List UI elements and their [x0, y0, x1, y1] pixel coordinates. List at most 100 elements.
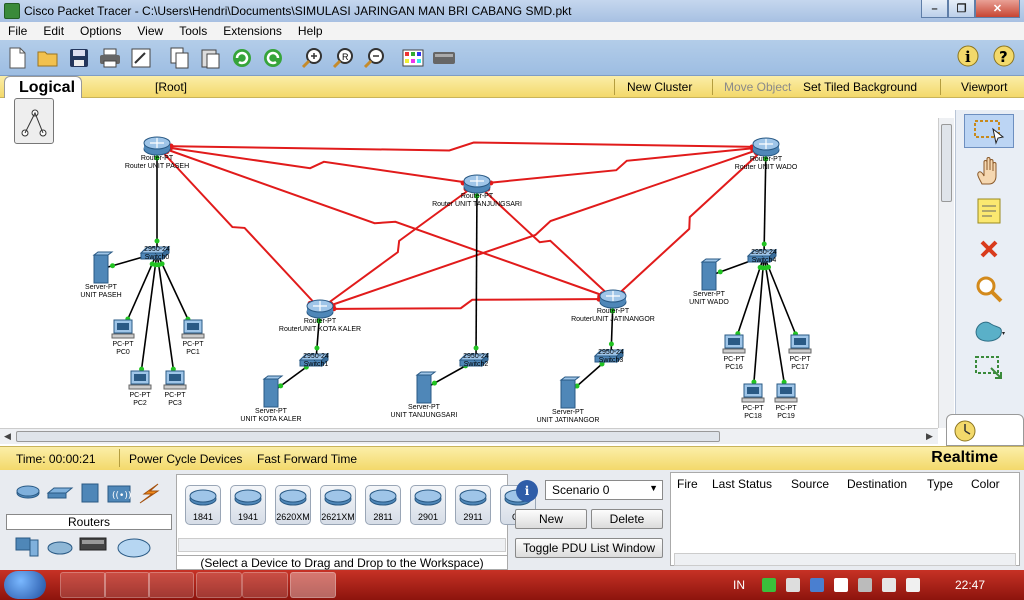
pc-device[interactable] — [788, 334, 812, 354]
power-cycle-devices-button[interactable]: Power Cycle Devices — [129, 452, 242, 466]
move-layout-hand-icon[interactable] — [964, 154, 1014, 188]
router-device[interactable] — [599, 289, 627, 309]
device-model-2620xm[interactable]: 2620XM — [275, 485, 311, 525]
scroll-left-arrow-icon[interactable]: ◀ — [4, 431, 11, 442]
new-cluster-button[interactable]: New Cluster — [627, 80, 692, 94]
pdu-list-scrollbar[interactable] — [674, 553, 1016, 566]
device-model-2811[interactable]: 2811 — [365, 485, 401, 525]
pc-device[interactable] — [741, 383, 765, 403]
pc-device[interactable] — [111, 319, 135, 339]
realtime-mode-tab[interactable] — [946, 414, 1024, 446]
tab-logical[interactable]: Logical — [4, 76, 82, 100]
scroll-right-arrow-icon[interactable]: ▶ — [926, 431, 933, 442]
column-color[interactable]: Color — [971, 477, 1000, 491]
zoom-reset-icon[interactable]: R — [330, 45, 356, 71]
inspect-magnifier-icon[interactable] — [964, 272, 1014, 306]
column-type[interactable]: Type — [927, 477, 953, 491]
router-device[interactable] — [463, 174, 491, 194]
server-device[interactable] — [262, 375, 284, 408]
new-file-icon[interactable] — [4, 45, 30, 71]
menu-help[interactable]: Help — [290, 24, 331, 38]
menu-edit[interactable]: Edit — [35, 24, 72, 38]
resize-shape-icon[interactable] — [964, 352, 1014, 386]
start-button-icon[interactable] — [4, 571, 46, 599]
tray-warning-icon[interactable] — [762, 578, 776, 592]
workspace-vertical-scrollbar[interactable] — [938, 118, 954, 428]
server-device[interactable] — [700, 258, 722, 291]
info-help-icon[interactable]: i — [956, 44, 980, 71]
toggle-pdu-list-button[interactable]: Toggle PDU List Window — [515, 538, 663, 558]
hubs-category-icon[interactable] — [78, 482, 106, 504]
open-folder-icon[interactable] — [35, 45, 61, 71]
zoom-in-icon[interactable] — [299, 45, 325, 71]
pc-device[interactable] — [128, 370, 152, 390]
switches-category-icon[interactable] — [46, 484, 74, 506]
tray-printer-icon[interactable] — [858, 578, 872, 592]
new-scenario-button[interactable]: New — [515, 509, 587, 529]
routers-category-icon[interactable] — [14, 484, 42, 506]
close-button[interactable]: ✕ — [975, 0, 1020, 18]
zoom-out-icon[interactable] — [361, 45, 387, 71]
workspace-horizontal-scrollbar[interactable]: ◀ ▶ — [0, 428, 938, 444]
minimize-button[interactable]: – — [921, 0, 948, 18]
server-device[interactable] — [559, 376, 581, 409]
end-devices-category-icon[interactable] — [14, 536, 42, 558]
delete-scenario-button[interactable]: Delete — [591, 509, 663, 529]
draw-shape-icon[interactable] — [964, 312, 1014, 346]
device-list-scrollbar[interactable] — [178, 538, 506, 552]
save-icon[interactable] — [66, 45, 92, 71]
cluster-navigation-icon[interactable] — [14, 98, 54, 144]
menu-file[interactable]: File — [0, 24, 35, 38]
pc-device[interactable] — [722, 334, 746, 354]
router-device[interactable] — [752, 137, 780, 157]
root-breadcrumb[interactable]: [Root] — [155, 80, 187, 94]
menu-extensions[interactable]: Extensions — [215, 24, 290, 38]
device-model-2911[interactable]: 2911 — [455, 485, 491, 525]
tray-volume-icon[interactable] — [906, 578, 920, 592]
router-device[interactable] — [306, 299, 334, 319]
tray-network-icon[interactable] — [810, 578, 824, 592]
firefox-taskbar-icon[interactable] — [148, 572, 194, 598]
column-source[interactable]: Source — [791, 477, 829, 491]
device-model-1941[interactable]: 1941 — [230, 485, 266, 525]
connections-category-icon[interactable] — [136, 482, 164, 504]
taskbar-clock[interactable]: 22:47 — [955, 578, 985, 592]
explorer-taskbar-icon[interactable] — [60, 572, 106, 598]
help-question-icon[interactable]: ? — [992, 44, 1016, 71]
fast-forward-time-button[interactable]: Fast Forward Time — [257, 452, 357, 466]
viewport-button[interactable]: Viewport — [961, 80, 1007, 94]
packet-tracer-taskbar-icon[interactable] — [290, 572, 336, 598]
redo-icon[interactable] — [260, 45, 286, 71]
menu-tools[interactable]: Tools — [171, 24, 215, 38]
server-device[interactable] — [415, 371, 437, 404]
select-tool-icon[interactable] — [964, 114, 1014, 148]
wireless-category-icon[interactable]: ((•)) — [106, 484, 134, 506]
restore-button[interactable]: ❐ — [948, 0, 975, 18]
delete-icon[interactable] — [964, 232, 1014, 266]
router-device[interactable] — [143, 136, 171, 156]
language-indicator[interactable]: IN — [733, 578, 745, 592]
scenario-info-icon[interactable]: i — [516, 480, 538, 502]
custom-device-icon[interactable] — [431, 45, 457, 71]
move-object-button[interactable]: Move Object — [724, 80, 791, 94]
logical-workspace[interactable]: Router-PT Router UNIT PASEH Router-PT Route… — [0, 98, 938, 428]
column-destination[interactable]: Destination — [847, 477, 907, 491]
undo-icon[interactable] — [229, 45, 255, 71]
tray-app-icon[interactable] — [786, 578, 800, 592]
column-last-status[interactable]: Last Status — [712, 477, 772, 491]
pc-device[interactable] — [163, 370, 187, 390]
palette-icon[interactable] — [400, 45, 426, 71]
device-model-2621xm[interactable]: 2621XM — [320, 485, 356, 525]
device-model-1841[interactable]: 1841 — [185, 485, 221, 525]
opera-taskbar-icon[interactable] — [104, 572, 150, 598]
wan-emulation-category-icon[interactable] — [78, 534, 107, 556]
tab-realtime[interactable]: Realtime — [931, 449, 998, 467]
copy-icon[interactable] — [167, 45, 193, 71]
chrome-taskbar-icon[interactable] — [196, 572, 242, 598]
menu-view[interactable]: View — [129, 24, 171, 38]
activity-wizard-icon[interactable] — [128, 45, 154, 71]
tray-signal-icon[interactable] — [882, 578, 896, 592]
custom-made-category-icon[interactable] — [116, 536, 151, 558]
pc-device[interactable] — [774, 383, 798, 403]
scenario-select[interactable]: Scenario 0 ▼ — [545, 480, 663, 500]
